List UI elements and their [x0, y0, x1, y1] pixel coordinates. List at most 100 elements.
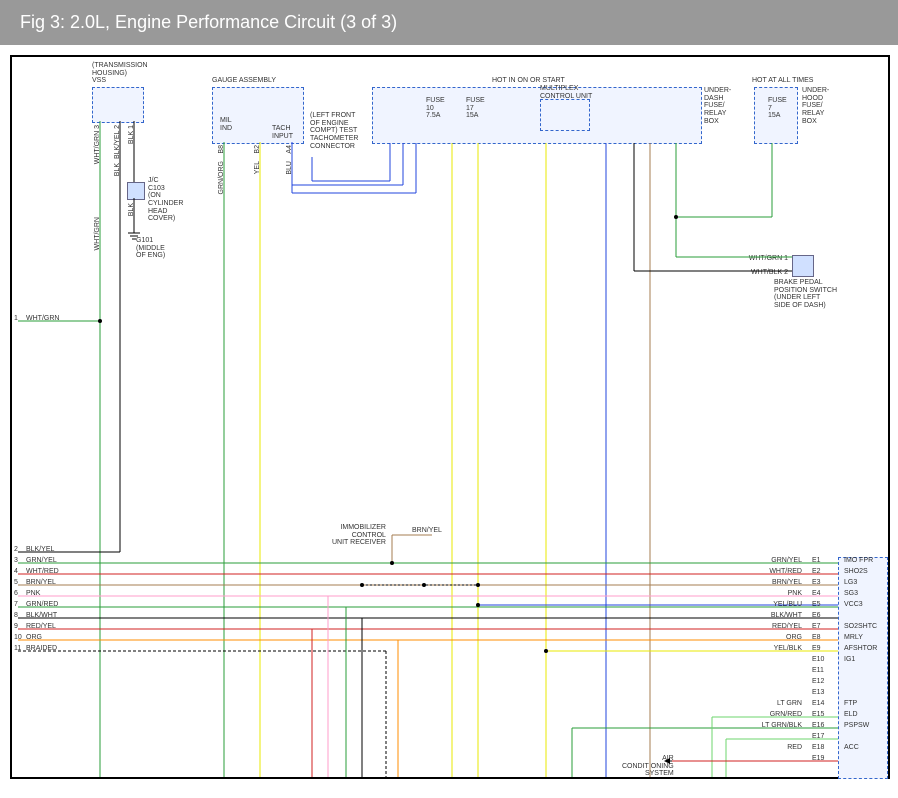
rpin-E8: E8 — [812, 634, 821, 642]
left-bus — [18, 552, 838, 651]
rpin-E17: E17 — [812, 733, 824, 741]
hoton-label: HOT IN ON OR START — [492, 77, 565, 85]
fuse7-label: FUSE 7 15A — [768, 97, 787, 120]
rpin-E3: E3 — [812, 579, 821, 587]
g101-label: G101 (MIDDLE OF ENG) — [136, 237, 165, 260]
rpin-E7: E7 — [812, 623, 821, 631]
vpin-blk2: BLK — [128, 203, 136, 216]
leftw-3: GRN/YEL — [26, 557, 57, 565]
rsig-E16: PSPSW — [844, 722, 869, 730]
vpin-wgrn: WHT/GRN — [94, 217, 102, 250]
leftw-2: BLK/YEL — [26, 546, 54, 554]
rw-E18: RED — [742, 744, 802, 752]
leftw-9: RED/YEL — [26, 623, 56, 631]
vpin-g0: B8 — [218, 145, 226, 154]
leftfront-label: (LEFT FRONT OF ENGINE COMPT) TEST TACHOM… — [310, 112, 358, 150]
rsig-E14: FTP — [844, 700, 857, 708]
brake-pin2: WHT/BLK 2 — [732, 269, 788, 277]
rw-E3: BRN/YEL — [742, 579, 802, 587]
leftpin-7: 7 — [14, 601, 18, 609]
underdash-box — [372, 87, 702, 144]
rw-E5: YEL/BLU — [742, 601, 802, 609]
rsig-E18: ACC — [844, 744, 859, 752]
rpin-E16: E16 — [812, 722, 824, 730]
leftw-1: WHT/GRN — [26, 315, 59, 323]
vpin-t0: WHT/GRN 3 — [94, 125, 102, 164]
page-title: Fig 3: 2.0L, Engine Performance Circuit … — [0, 0, 898, 45]
rsig-E7: SO2SHTC — [844, 623, 877, 631]
rpin-E5: E5 — [812, 601, 821, 609]
fuse17-label: FUSE 17 15A — [466, 97, 485, 120]
rsig-E8: MRLY — [844, 634, 863, 642]
leftw-10: ORG — [26, 634, 42, 642]
vpin-t2: BLK 1 — [128, 125, 136, 144]
leftw-5: BRN/YEL — [26, 579, 56, 587]
multiplex-label: MULTIPLEX CONTROL UNIT — [540, 85, 592, 100]
rw-E7: RED/YEL — [742, 623, 802, 631]
vpin-gw1: YEL — [254, 161, 262, 174]
rw-E6: BLK/WHT — [742, 612, 802, 620]
rpin-E12: E12 — [812, 678, 824, 686]
rsig-E3: LG3 — [844, 579, 857, 587]
rpin-E13: E13 — [812, 689, 824, 697]
leftpin-6: 6 — [14, 590, 18, 598]
rpin-E6: E6 — [812, 612, 821, 620]
vpin-gw0: GRN/ORG — [218, 161, 226, 194]
rw-E14: LT GRN — [742, 700, 802, 708]
vpin-g1: B2 — [254, 145, 262, 154]
rw-E2: WHT/RED — [742, 568, 802, 576]
diagram-canvas: (TRANSMISSION HOUSING) VSS GAUGE ASSEMBL… — [10, 55, 890, 779]
vpin-gw2: BLU — [286, 161, 294, 175]
underhood-label: UNDER- HOOD FUSE/ RELAY BOX — [802, 87, 829, 125]
leftpin-8: 8 — [14, 612, 18, 620]
rpin-E2: E2 — [812, 568, 821, 576]
leftpin-10: 10 — [14, 634, 22, 642]
leftpin-9: 9 — [14, 623, 18, 631]
leftpin-3: 3 — [14, 557, 18, 565]
brake-label: BRAKE PEDAL POSITION SWITCH (UNDER LEFT … — [774, 279, 837, 310]
rsig-E15: ELD — [844, 711, 858, 719]
rw-E16: LT GRN/BLK — [742, 722, 802, 730]
vpin-t1: BLK/YEL 2 — [114, 125, 122, 159]
rw-E4: PNK — [742, 590, 802, 598]
leftpin-5: 5 — [14, 579, 18, 587]
vss-box — [92, 87, 144, 123]
fuse10-label: FUSE 10 7.5A — [426, 97, 445, 120]
immobilizer-wire: BRN/YEL — [412, 527, 442, 535]
rsig-E5: VCC3 — [844, 601, 863, 609]
mil-label: MIL IND — [220, 117, 232, 132]
leftw-7: GRN/RED — [26, 601, 58, 609]
wiring-svg — [12, 57, 888, 777]
rpin-E10: E10 — [812, 656, 824, 664]
vpin-g2: A4 — [286, 145, 294, 154]
vpin-blk: BLK — [114, 163, 122, 176]
hotall-label: HOT AT ALL TIMES — [752, 77, 813, 85]
immobilizer-label: IMMOBILIZER CONTROL UNIT RECEIVER — [332, 524, 386, 547]
vss-label: (TRANSMISSION HOUSING) VSS — [92, 62, 148, 85]
multiplex-box — [540, 99, 590, 131]
leftw-8: BLK/WHT — [26, 612, 57, 620]
aircon-label: AIR CONDITIONING SYSTEM — [622, 755, 674, 778]
rw-E9: YEL/BLK — [742, 645, 802, 653]
leftw-6: PNK — [26, 590, 40, 598]
rpin-E4: E4 — [812, 590, 821, 598]
rw-E8: ORG — [742, 634, 802, 642]
leftw-4: WHT/RED — [26, 568, 59, 576]
rsig-E1: IMO FPR — [844, 557, 873, 565]
tach-label: TACH INPUT — [272, 125, 293, 140]
brake-box — [792, 255, 814, 277]
jc-box — [127, 182, 145, 200]
rpin-E11: E11 — [812, 667, 824, 675]
leftpin-1: 1 — [14, 315, 18, 323]
rpin-E9: E9 — [812, 645, 821, 653]
leftpin-4: 4 — [14, 568, 18, 576]
rpin-E1: E1 — [812, 557, 821, 565]
jc-label: J/C C103 (ON CYLINDER HEAD COVER) — [148, 177, 183, 223]
rpin-E15: E15 — [812, 711, 824, 719]
rsig-E10: IG1 — [844, 656, 855, 664]
rsig-E4: SG3 — [844, 590, 858, 598]
rw-E1: GRN/YEL — [742, 557, 802, 565]
rsig-E2: SHO2S — [844, 568, 868, 576]
gauge-label: GAUGE ASSEMBLY — [212, 77, 276, 85]
rpin-E14: E14 — [812, 700, 824, 708]
